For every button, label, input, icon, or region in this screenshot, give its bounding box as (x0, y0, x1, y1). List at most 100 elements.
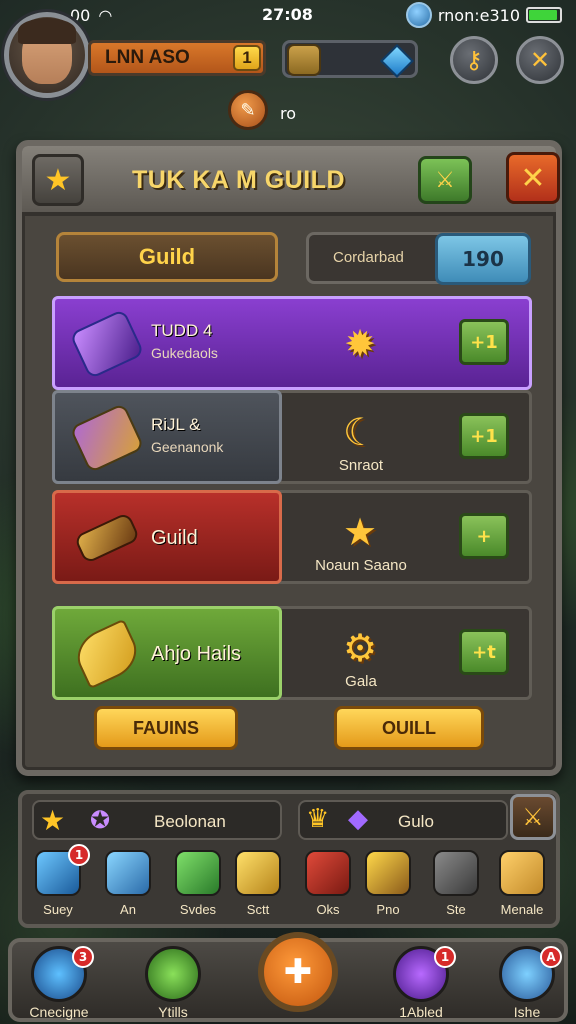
inventory-slot[interactable]: Svdes (168, 850, 228, 917)
puzzle-icon: ✚ (283, 952, 313, 992)
scroll-icon: ✎ (240, 99, 256, 121)
panel-title: TUK KA M GUILD (132, 166, 345, 194)
level-badge: 1 (233, 45, 261, 71)
row-subtitle: Gukedaols (151, 345, 218, 361)
slot-label: Ste (446, 902, 466, 917)
gear-emblem-icon: ✹ (344, 322, 376, 366)
trophy-icon: ♛ (306, 804, 330, 834)
guild-panel: ★ TUK KA M GUILD ⚔ ✕ Guild Cordarbad 190… (16, 140, 562, 776)
guild-row[interactable]: Guild ★ Noaun Saano + (52, 490, 532, 584)
dagger-icon (433, 850, 479, 896)
player-name-bar[interactable]: LNN ASO 1 (88, 40, 266, 76)
notification-badge: A (540, 946, 562, 968)
inventory-slot[interactable]: Sctt (228, 850, 288, 917)
slot-label: An (120, 902, 136, 917)
slot-label: Oks (316, 902, 340, 917)
slot-label: Sctt (246, 902, 270, 917)
close-button[interactable]: ✕ (506, 152, 560, 204)
nav-item-challenge[interactable]: Cnecigne 3 (14, 946, 104, 1020)
left-strip: ★ ✪ Beolonan (32, 800, 282, 840)
guild-row[interactable]: RiJL & Geenanonk ☾ Snraot +1 (52, 390, 532, 484)
gem-icon (380, 44, 414, 78)
medal-icon: ✪ (90, 806, 111, 834)
left-action-button[interactable]: FAUINS (94, 706, 238, 750)
nav-label: Ishe (513, 1004, 541, 1020)
row-title: RiJL & (151, 415, 201, 434)
left-strip-label: Beolonan (154, 812, 226, 831)
right-strip-label: Gulo (398, 812, 434, 831)
inventory-slot[interactable]: Ste (426, 850, 486, 917)
notification-orb-icon (405, 2, 432, 28)
slot-label: Pno (376, 902, 400, 917)
ice-gem-icon (105, 850, 151, 896)
contribution-label: Cordarbad (333, 249, 404, 266)
claim-button[interactable]: + (459, 513, 509, 559)
avatar-face (18, 18, 76, 84)
key-button[interactable]: ⚷ (450, 36, 498, 84)
gold-bolt-icon (235, 850, 281, 896)
nav-item-skills[interactable]: Ytills (128, 946, 218, 1020)
gem-icon: ◆ (348, 804, 368, 834)
green-swirl-icon (145, 946, 201, 1002)
tab-guild[interactable]: Guild (56, 232, 278, 282)
swords-icon: ⚔ (435, 167, 455, 193)
horn-icon: ☾ (342, 410, 378, 454)
nav-home-button[interactable]: ✚ (258, 932, 338, 1012)
red-scroll-icon (305, 850, 351, 896)
inventory-slot[interactable]: Suey 1 (28, 844, 90, 917)
row-reward-label: Gala (345, 673, 377, 690)
gold-map-icon (365, 850, 411, 896)
row-subtitle: Geenanonk (151, 439, 224, 455)
favorite-button[interactable]: ★ (32, 154, 84, 206)
crossed-swords-icon: ⚔ (522, 803, 544, 831)
cannon-icon: ⚙ (342, 626, 378, 670)
slot-label: Menale (500, 902, 544, 917)
player-name: LNN ASO (105, 47, 190, 68)
swords-button[interactable]: ⚔ (510, 794, 556, 840)
nav-item-tablet[interactable]: 1Abled 1 (376, 946, 466, 1020)
slot-label: Svdes (179, 902, 217, 917)
row-reward-label: Snraot (338, 457, 384, 474)
star-icon: ★ (40, 804, 66, 837)
right-strip: ♛ ◆ Gulo (298, 800, 508, 840)
contribution-value: 190 (435, 233, 531, 285)
nav-label: Ytills (158, 1004, 188, 1020)
nav-label: 1Abled (399, 1004, 443, 1020)
notification-badge: 3 (72, 946, 94, 968)
guild-row[interactable]: Ahjo Hails ⚙ Gala +t (52, 606, 532, 700)
row-title: Guild (151, 527, 198, 549)
crossed-tools-icon: ✕ (529, 46, 551, 74)
quest-label: ro (280, 104, 297, 123)
slot-label: Suey (43, 902, 73, 917)
contribution-box: Cordarbad 190 (306, 232, 531, 285)
player-avatar[interactable] (4, 12, 90, 98)
status-right-text: rnon:e310 (437, 5, 520, 25)
inventory-slot[interactable]: Menale (492, 850, 552, 917)
row-title: TUDD 4 (151, 321, 213, 340)
edit-button[interactable]: ⚔ (418, 156, 472, 204)
resource-bar[interactable] (282, 40, 418, 78)
close-icon: ✕ (520, 160, 546, 196)
inventory-bar: ★ ✪ Beolonan ♛ ◆ Gulo ⚔ Suey 1 An Svdes … (18, 790, 560, 928)
inventory-slot[interactable]: Oks (298, 850, 358, 917)
clock: 27:08 (262, 5, 313, 24)
quest-button[interactable]: ✎ (228, 90, 268, 130)
claim-button[interactable]: +t (459, 629, 509, 675)
inventory-slot[interactable]: Pno (358, 850, 418, 917)
row-reward-label: Noaun Saano (315, 557, 407, 574)
inventory-slot[interactable]: An (98, 850, 158, 917)
nav-item-shop[interactable]: Ishe A (482, 946, 572, 1020)
right-action-button[interactable]: OUILL (334, 706, 484, 750)
key-icon: ⚷ (465, 46, 483, 74)
green-vial-icon (175, 850, 221, 896)
settings-button[interactable]: ✕ (516, 36, 564, 84)
battery-icon (526, 7, 562, 23)
chest-icon (499, 850, 545, 896)
notification-badge: 1 (434, 946, 456, 968)
star-reward-icon: ★ (342, 510, 378, 554)
coin-icon (287, 44, 321, 76)
row-title: Ahjo Hails (151, 643, 242, 665)
claim-button[interactable]: +1 (459, 413, 509, 459)
guild-row[interactable]: TUDD 4 Gukedaols ✹ +1 (52, 296, 532, 390)
claim-button[interactable]: +1 (459, 319, 509, 365)
